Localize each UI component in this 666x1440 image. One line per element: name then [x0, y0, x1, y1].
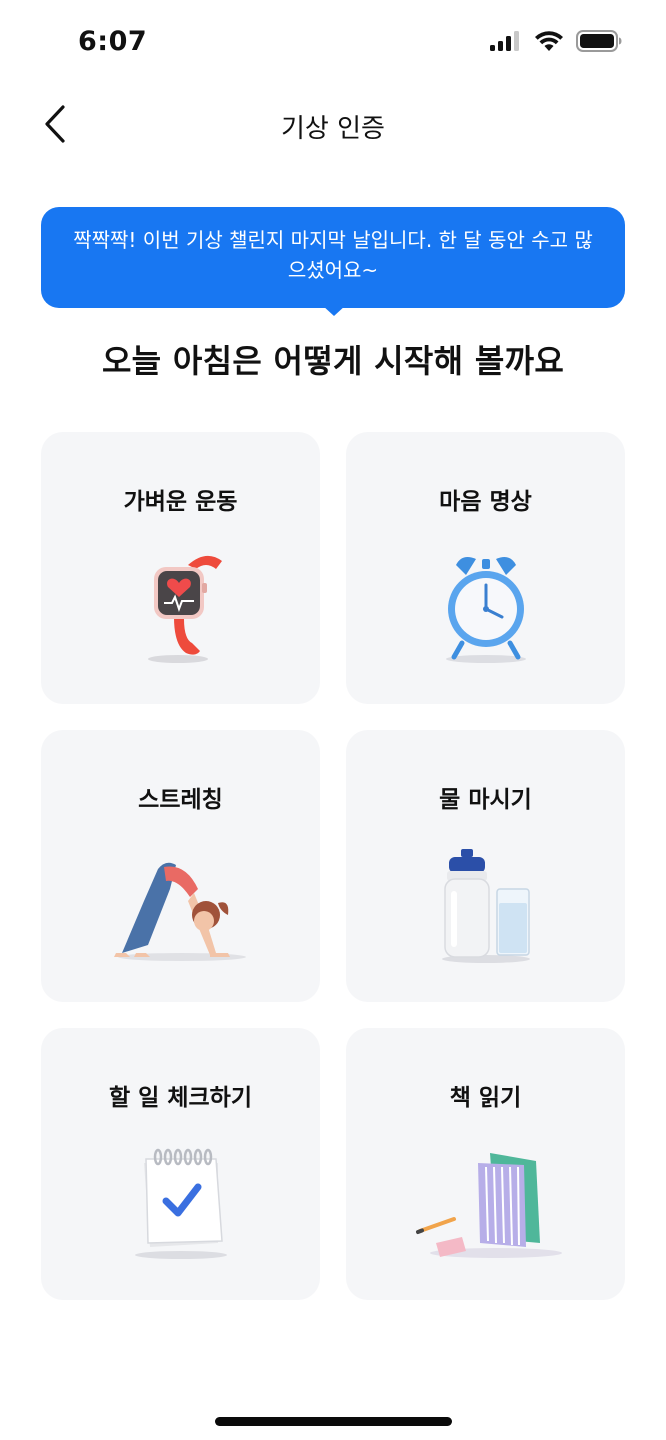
option-card-meditation[interactable]: 마음 명상: [346, 432, 625, 704]
option-label: 물 마시기: [439, 787, 532, 813]
cellular-signal-icon: [490, 30, 522, 56]
wifi-icon: [534, 30, 564, 56]
option-card-check-todos[interactable]: 할 일 체크하기: [41, 1028, 320, 1300]
battery-icon: [576, 30, 622, 56]
headline: 오늘 아침은 어떻게 시작해 볼까요: [101, 342, 565, 380]
home-indicator[interactable]: [215, 1417, 452, 1426]
option-card-drink-water[interactable]: 물 마시기: [346, 730, 625, 1002]
option-card-stretching[interactable]: 스트레칭: [41, 730, 320, 1002]
page-title: 기상 인증: [281, 114, 385, 144]
smartwatch-icon: [126, 547, 236, 667]
option-card-reading[interactable]: 책 읽기: [346, 1028, 625, 1300]
status-time: 6:07: [78, 26, 148, 57]
water-bottle-icon: [431, 845, 541, 965]
option-label: 책 읽기: [449, 1085, 522, 1111]
yoga-pose-icon: [106, 845, 256, 965]
books-icon: [406, 1143, 566, 1263]
option-label: 가벼운 운동: [123, 489, 238, 515]
message-bubble: 짝짝짝! 이번 기상 챌린지 마지막 날입니다. 한 달 동안 수고 많으셨어요…: [41, 207, 625, 308]
bubble-tail: [322, 305, 346, 316]
option-label: 스트레칭: [138, 787, 223, 813]
nav-bar: 기상 인증: [0, 90, 666, 162]
option-label: 마음 명상: [439, 489, 532, 515]
alarm-clock-icon: [426, 547, 546, 667]
option-label: 할 일 체크하기: [109, 1085, 252, 1111]
option-card-light-exercise[interactable]: 가벼운 운동: [41, 432, 320, 704]
option-grid: 가벼운 운동 마음 명상 스트레칭 물 마시기 할 일 체크하기 책 읽기: [41, 432, 625, 1300]
status-icons: [490, 30, 622, 56]
bubble-message: 짝짝짝! 이번 기상 챌린지 마지막 날입니다. 한 달 동안 수고 많으셨어요…: [73, 228, 593, 282]
status-bar: 6:07: [0, 0, 666, 90]
calendar-check-icon: [126, 1143, 236, 1263]
